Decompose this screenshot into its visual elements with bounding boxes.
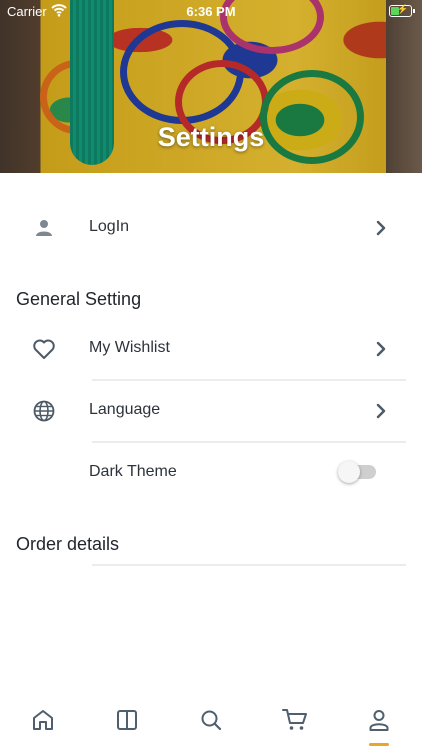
login-label: LogIn [89, 218, 130, 235]
language-row[interactable]: Language [0, 383, 422, 439]
divider [92, 379, 406, 381]
globe-icon [32, 399, 56, 423]
profile-icon [369, 710, 389, 731]
tab-catalog[interactable] [106, 708, 148, 744]
chevron-right-icon [376, 341, 386, 357]
page-title: Settings [157, 122, 265, 152]
tab-cart[interactable] [274, 708, 316, 744]
status-bar: Carrier 6:36 PM ⚡ [0, 0, 422, 22]
tab-profile[interactable] [358, 708, 400, 746]
tab-search[interactable] [190, 708, 232, 744]
header-banner: Settings [0, 0, 422, 173]
login-row[interactable]: LogIn [0, 200, 422, 256]
dark-theme-toggle[interactable] [338, 461, 376, 483]
divider [92, 441, 406, 443]
language-label: Language [89, 401, 161, 418]
person-icon [32, 216, 56, 240]
general-setting-title: General Setting [16, 289, 142, 309]
active-tab-indicator [369, 743, 389, 746]
dark-theme-label: Dark Theme [89, 463, 177, 480]
cart-icon [282, 709, 307, 730]
moon-icon [32, 461, 56, 485]
tab-home[interactable] [22, 708, 64, 744]
search-icon [201, 710, 222, 731]
battery-icon: ⚡ [389, 4, 415, 17]
tab-bar [0, 700, 422, 750]
chevron-right-icon [376, 220, 386, 236]
divider [92, 564, 406, 566]
status-time: 6:36 PM [186, 4, 236, 19]
heart-icon [32, 337, 56, 361]
toggle-knob [338, 461, 360, 483]
book-icon [117, 710, 137, 730]
order-details-title: Order details [16, 534, 120, 554]
wishlist-label: My Wishlist [89, 339, 170, 356]
dark-theme-row: Dark Theme [0, 445, 422, 501]
chevron-right-icon [376, 403, 386, 419]
home-icon [33, 710, 53, 730]
wishlist-row[interactable]: My Wishlist [0, 321, 422, 377]
